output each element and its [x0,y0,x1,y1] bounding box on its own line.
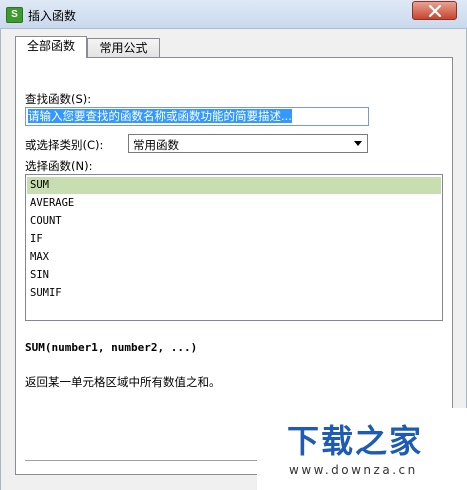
function-description: 返回某一单元格区域中所有数值之和。 [25,375,221,389]
close-icon [428,5,442,17]
watermark-title: 下载之家 [287,422,424,460]
watermark-url: www.downza.cn [289,463,418,477]
function-syntax: SUM(number1, number2, ...) [25,341,198,354]
search-input[interactable]: 请输入您要查找的函数名称或函数功能的简要描述... [25,107,369,126]
function-item-max[interactable]: MAX [27,249,441,266]
search-label: 查找函数(S): [25,92,92,106]
function-item-sum[interactable]: SUM [27,177,441,194]
window-title: 插入函数 [28,9,77,23]
divider [25,460,270,461]
app-icon: S [6,7,23,23]
title-bar: S 插入函数 [0,0,467,29]
watermark-logo: 下载之家 www.downza.cn [257,408,467,490]
category-select[interactable]: 常用函数 [128,134,368,153]
function-list-label: 选择函数(N): [25,159,93,173]
function-list[interactable]: SUM AVERAGE COUNT IF MAX SIN SUMIF [25,174,443,321]
tab-all-functions[interactable]: 全部函数 [15,36,87,58]
function-item-average[interactable]: AVERAGE [27,195,441,212]
category-selected-value: 常用函数 [133,138,179,152]
function-item-if[interactable]: IF [27,231,441,248]
function-item-count[interactable]: COUNT [27,213,441,230]
chevron-down-icon [354,141,362,146]
tab-common-formulas[interactable]: 常用公式 [87,38,160,57]
category-label: 或选择类别(C): [25,138,104,152]
close-button[interactable] [412,1,457,20]
function-item-sumif[interactable]: SUMIF [27,285,441,302]
function-item-sin[interactable]: SIN [27,267,441,284]
search-input-text: 请输入您要查找的函数名称或函数功能的简要描述... [28,109,292,123]
